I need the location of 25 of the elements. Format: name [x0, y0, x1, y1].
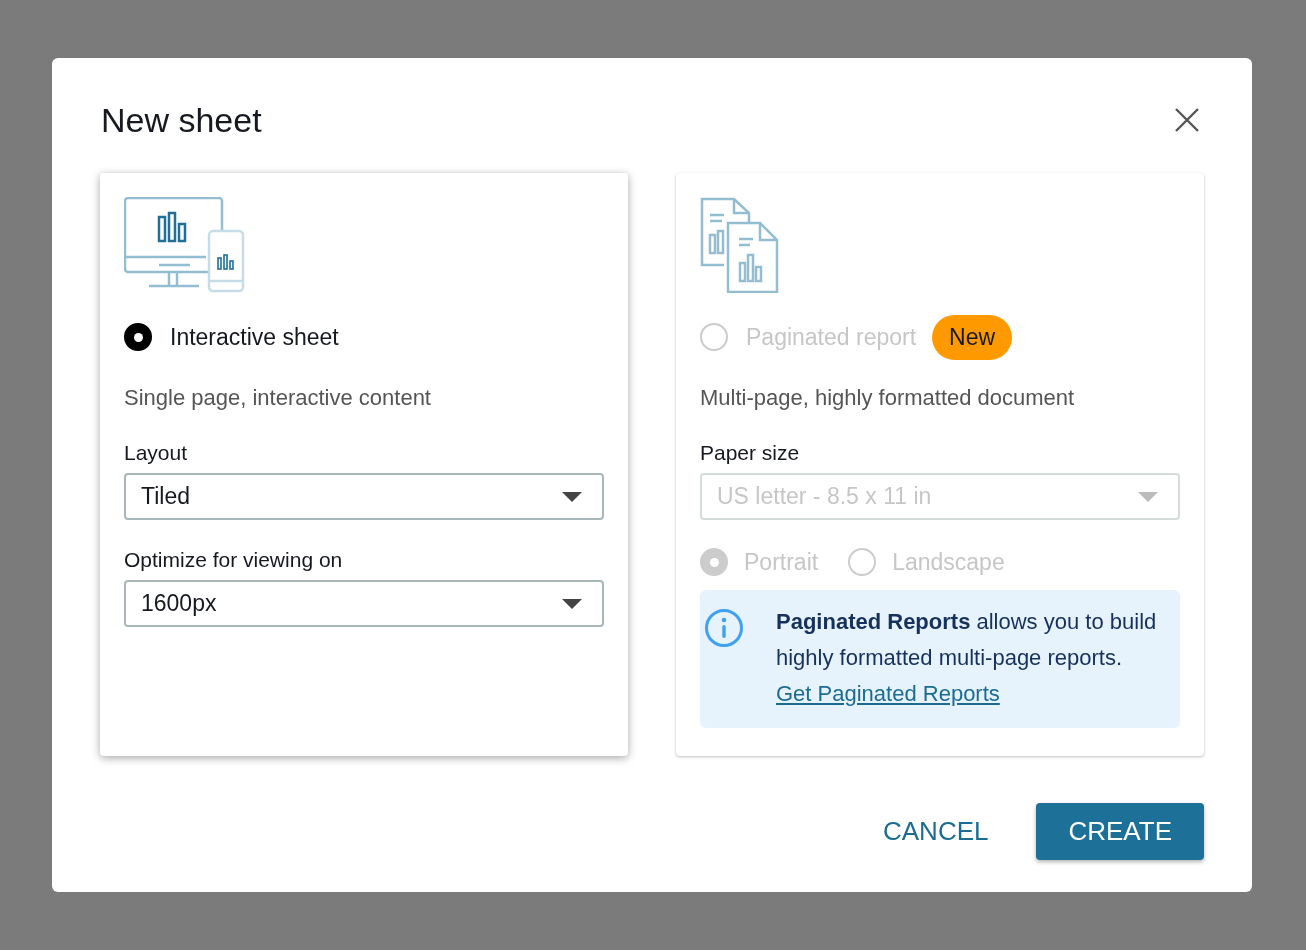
info-icon	[704, 608, 744, 648]
info-text: Paginated Reports allows you to build highly formatted multi-page reports. Get Paginated Reports	[776, 608, 1158, 708]
caret-icon	[1138, 491, 1158, 502]
new-badge: New	[932, 314, 1013, 360]
field-label: Optimize for viewing on	[124, 548, 344, 572]
orientation-label: Landscape	[892, 548, 1005, 576]
option-card[interactable]: Interactive sheet Single page, interactive content Layout Tiled Optimize for viewing on 1600px	[100, 173, 628, 756]
field-label: Paper size	[700, 441, 801, 465]
option-label: Interactive sheet	[170, 323, 339, 351]
dropdown-field[interactable]: Tiled	[124, 473, 604, 520]
dropdown-field[interactable]: 1600px	[124, 580, 604, 627]
option-label: Paginated report	[746, 323, 917, 351]
dialog-title: New sheet	[100, 100, 262, 140]
create-button[interactable]: CREATE	[1036, 803, 1204, 860]
option-description: Multi-page, highly formatted document	[700, 385, 1075, 411]
cancel-button[interactable]: CANCEL	[883, 816, 989, 847]
desktop-and-phone-chart-icon	[124, 197, 246, 293]
caret-icon	[562, 598, 582, 609]
option-description: Single page, interactive content	[124, 385, 431, 411]
documents-chart-icon	[700, 197, 780, 293]
orientation-label: Portrait	[744, 548, 819, 576]
field-label: Layout	[124, 441, 189, 465]
close-icon[interactable]	[1174, 107, 1200, 133]
radio-button[interactable]	[124, 323, 152, 351]
caret-icon	[562, 491, 582, 502]
